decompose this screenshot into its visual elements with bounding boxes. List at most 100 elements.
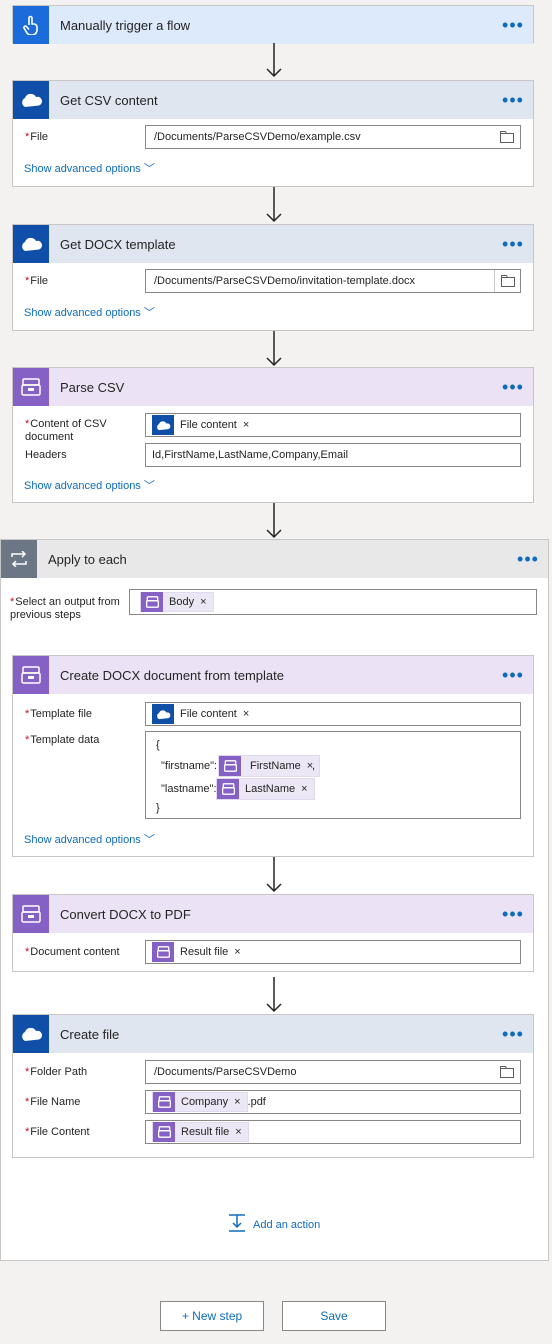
get-csv-card: Get CSV content ••• *File /Documents/Par… [12, 80, 534, 187]
result-file-token[interactable]: Result file × [152, 942, 247, 962]
headers-input-value: Id,FirstName,LastName,Company,Email [152, 449, 349, 461]
file-name-input[interactable]: Company × .pdf [145, 1090, 521, 1114]
folder-path-input[interactable]: /Documents/ParseCSVDemo [145, 1060, 521, 1084]
headers-input[interactable]: Id,FirstName,LastName,Company,Email [145, 443, 521, 467]
connector-arrow-icon [264, 503, 284, 539]
select-output-input[interactable]: Body × [129, 589, 537, 615]
file-name-label: *File Name [25, 1096, 81, 1108]
parse-csv-more-button[interactable]: ••• [493, 378, 533, 396]
create-docx-title: Create DOCX document from template [60, 667, 284, 683]
token-remove-icon[interactable]: × [234, 1096, 240, 1108]
get-docx-more-button[interactable]: ••• [493, 235, 533, 253]
token-remove-icon[interactable]: × [243, 419, 249, 431]
file-input[interactable]: /Documents/ParseCSVDemo/example.csv [145, 125, 521, 149]
get-csv-header[interactable]: Get CSV content ••• [13, 81, 533, 119]
trigger-more-button[interactable]: ••• [493, 16, 533, 34]
onedrive-icon [152, 704, 174, 724]
onedrive-icon [13, 225, 49, 263]
get-docx-title: Get DOCX template [60, 236, 176, 252]
document-content-label: *Document content [25, 946, 120, 958]
show-advanced-options-link[interactable]: Show advanced options ﹀ [24, 160, 155, 176]
onedrive-icon [152, 415, 174, 435]
template-file-input[interactable]: File content × [145, 702, 521, 726]
trigger-title: Manually trigger a flow [60, 17, 191, 33]
template-data-editor[interactable]: { "firstname": FirstName × , "lastname":… [145, 731, 521, 819]
encodian-icon [13, 656, 49, 694]
create-file-title: Create file [60, 1026, 120, 1042]
content-label: *Content of CSV document [25, 418, 107, 443]
show-advanced-options-link[interactable]: Show advanced options ﹀ [24, 477, 155, 493]
encodian-icon [217, 779, 239, 799]
connector-arrow-icon [264, 43, 284, 78]
connector-arrow-icon [264, 187, 284, 223]
create-docx-header[interactable]: Create DOCX document from template ••• [13, 656, 533, 694]
convert-title: Convert DOCX to PDF [60, 906, 191, 922]
file-content-token[interactable]: File content × [152, 415, 256, 435]
apply-more-button[interactable]: ••• [508, 550, 548, 568]
token-remove-icon[interactable]: × [235, 1126, 241, 1138]
onedrive-icon [13, 1015, 49, 1053]
folder-path-value: /Documents/ParseCSVDemo [154, 1066, 297, 1078]
token-remove-icon[interactable]: × [301, 783, 307, 795]
code-open-brace: { [156, 739, 160, 751]
token-remove-icon[interactable]: × [243, 708, 249, 720]
lastname-token[interactable]: LastName × [216, 778, 315, 800]
company-token[interactable]: Company × [152, 1092, 248, 1112]
body-token[interactable]: Body × [140, 592, 214, 612]
file-content-token[interactable]: File content × [152, 704, 256, 724]
content-input[interactable]: File content × [145, 413, 521, 437]
connector-arrow-icon [264, 977, 284, 1013]
parse-csv-card: Parse CSV ••• *Content of CSV document F… [12, 367, 534, 503]
create-file-card: Create file ••• *Folder Path /Documents/… [12, 1014, 534, 1158]
file-label: *File [25, 275, 49, 287]
folder-picker-icon[interactable] [500, 1066, 514, 1081]
convert-header[interactable]: Convert DOCX to PDF ••• [13, 895, 533, 933]
template-data-label: *Template data [25, 734, 100, 746]
connector-arrow-icon [264, 857, 284, 893]
new-step-button[interactable]: + New step [160, 1301, 264, 1331]
create-docx-card: Create DOCX document from template ••• *… [12, 655, 534, 857]
add-action-label: Add an action [253, 1218, 321, 1231]
encodian-icon [153, 1122, 175, 1142]
file-content-input[interactable]: Result file × [145, 1120, 521, 1144]
folder-picker-icon[interactable] [500, 131, 514, 146]
encodian-icon [219, 756, 241, 776]
token-remove-icon[interactable]: × [234, 946, 240, 958]
code-firstname-key: "firstname": [161, 760, 218, 772]
code-comma: , [312, 760, 316, 772]
show-advanced-options-link[interactable]: Show advanced options ﹀ [24, 831, 155, 847]
token-remove-icon[interactable]: × [200, 596, 206, 608]
parse-csv-title: Parse CSV [60, 379, 125, 395]
chevron-down-icon: ﹀ [143, 307, 155, 319]
create-file-header[interactable]: Create file ••• [13, 1015, 533, 1053]
create-file-more-button[interactable]: ••• [493, 1025, 533, 1043]
parse-csv-header[interactable]: Parse CSV ••• [13, 368, 533, 406]
file-content-label: *File Content [25, 1126, 90, 1138]
headers-label: Headers [25, 449, 67, 461]
get-csv-more-button[interactable]: ••• [493, 91, 533, 109]
add-action-button[interactable]: Add an action [228, 1214, 320, 1235]
create-docx-more-button[interactable]: ••• [493, 666, 533, 684]
get-docx-header[interactable]: Get DOCX template ••• [13, 225, 533, 263]
file-input[interactable]: /Documents/ParseCSVDemo/invitation-templ… [145, 269, 521, 293]
onedrive-icon [13, 81, 49, 119]
template-file-label: *Template file [25, 708, 93, 720]
firstname-token[interactable]: FirstName × [218, 755, 321, 777]
trigger-card[interactable]: Manually trigger a flow ••• [12, 5, 534, 44]
convert-more-button[interactable]: ••• [493, 905, 533, 923]
file-name-suffix: .pdf [247, 1096, 266, 1108]
save-button[interactable]: Save [282, 1301, 386, 1331]
document-content-input[interactable]: Result file × [145, 940, 521, 964]
result-file-token[interactable]: Result file × [152, 1122, 249, 1142]
chevron-down-icon: ﹀ [143, 834, 155, 846]
trigger-header[interactable]: Manually trigger a flow ••• [13, 6, 533, 44]
folder-picker-icon[interactable] [494, 270, 520, 292]
file-label: *File [25, 131, 49, 143]
file-input-value: /Documents/ParseCSVDemo/example.csv [154, 131, 361, 143]
get-csv-title: Get CSV content [60, 92, 158, 108]
encodian-icon [13, 368, 49, 406]
connector-arrow-icon [264, 331, 284, 367]
apply-to-each-header[interactable]: Apply to each ••• [1, 540, 548, 578]
show-advanced-options-link[interactable]: Show advanced options ﹀ [24, 304, 155, 320]
apply-to-each-title: Apply to each [48, 551, 127, 567]
